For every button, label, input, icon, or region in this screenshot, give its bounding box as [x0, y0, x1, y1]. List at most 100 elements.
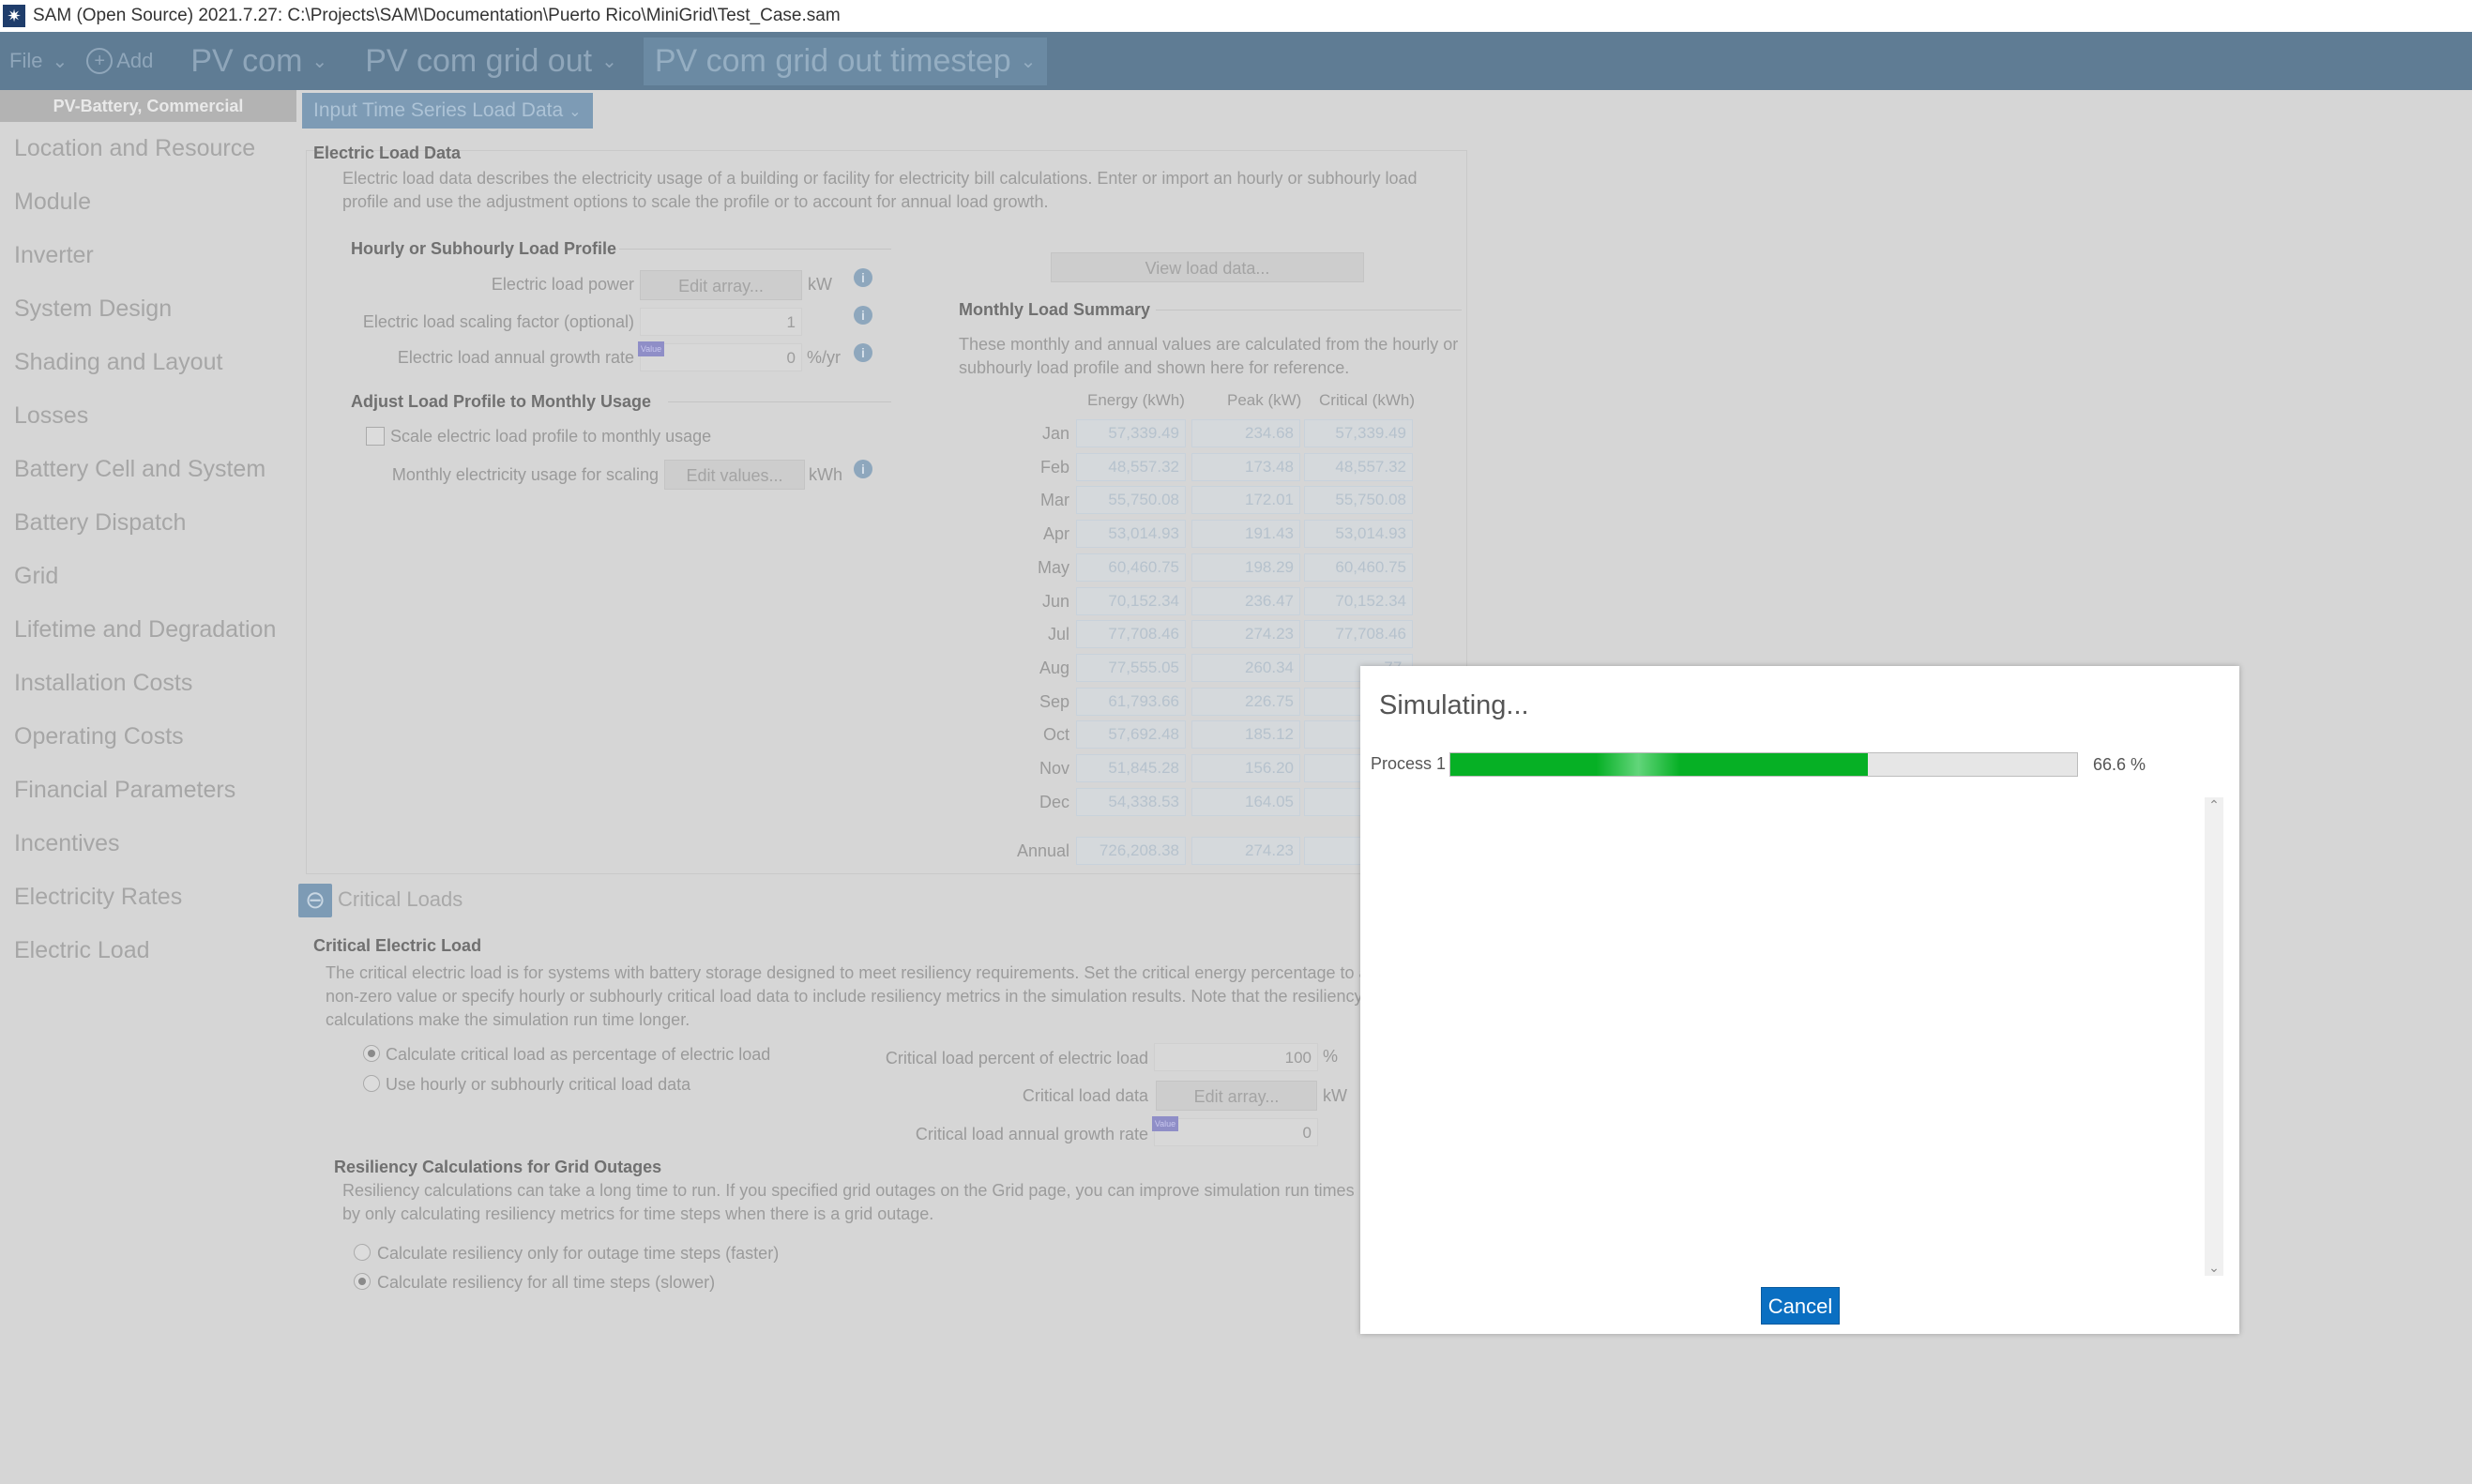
resiliency-outage-radio-label: Calculate resiliency only for outage tim…: [377, 1244, 780, 1263]
file-menu[interactable]: File ⌄: [9, 49, 68, 73]
sam-app-icon: ✷: [3, 5, 25, 27]
hourly-profile-heading: Hourly or Subhourly Load Profile: [351, 239, 617, 258]
month-label: Oct: [1042, 725, 1069, 744]
sidebar-item-system-design[interactable]: System Design: [0, 282, 296, 336]
value-mode-toggle[interactable]: Value: [638, 341, 664, 356]
sidebar-item-inverter[interactable]: Inverter: [0, 229, 296, 282]
peak-cell: 234.68: [1191, 419, 1300, 447]
edit-monthly-values-button[interactable]: Edit values...: [664, 460, 805, 490]
chevron-down-icon: ⌄: [601, 51, 617, 72]
annual-label: Annual: [1016, 841, 1069, 860]
sidebar-nav: Location and Resource Module Inverter Sy…: [0, 122, 296, 977]
scroll-down-icon[interactable]: ⌄: [2205, 1260, 2223, 1276]
technology-header: PV-Battery, Commercial: [0, 90, 296, 122]
resiliency-desc-2: by only calculating resiliency metrics f…: [342, 1204, 934, 1223]
peak-cell: 236.47: [1191, 587, 1300, 615]
log-scrollbar[interactable]: ⌃ ⌄: [2205, 797, 2223, 1276]
critical-load-heading: Critical Electric Load: [313, 936, 482, 955]
month-label: Jan: [1041, 424, 1069, 443]
main-toolbar: File ⌄ + Add PV com ⌄ PV com grid out ⌄ PV …: [0, 32, 2472, 90]
dialog-title: Simulating...: [1379, 690, 1529, 720]
peak-cell: 260.34: [1191, 654, 1300, 682]
peak-cell: 172.01: [1191, 486, 1300, 514]
sidebar-item-battery-dispatch[interactable]: Battery Dispatch: [0, 496, 296, 550]
month-label: Nov: [1039, 759, 1069, 778]
sidebar-item-installation-costs[interactable]: Installation Costs: [0, 657, 296, 710]
col-energy-header: Energy (kWh): [1087, 391, 1185, 409]
sidebar-item-financial-parameters[interactable]: Financial Parameters: [0, 764, 296, 817]
edit-critical-array-button[interactable]: Edit array...: [1156, 1081, 1317, 1111]
view-load-data-button[interactable]: View load data...: [1051, 252, 1364, 282]
critical-growth-input[interactable]: 0: [1154, 1118, 1318, 1146]
process-label: Process 1: [1371, 754, 1447, 773]
cancel-button[interactable]: Cancel: [1761, 1287, 1840, 1325]
critical-loads-title: Critical Loads: [338, 887, 463, 911]
energy-cell: 57,692.48: [1076, 720, 1186, 749]
scale-monthly-label: Scale electric load profile to monthly u…: [390, 427, 712, 446]
sidebar-item-electricity-rates[interactable]: Electricity Rates: [0, 871, 296, 924]
energy-cell: 77,708.46: [1076, 620, 1186, 648]
sidebar-item-grid[interactable]: Grid: [0, 550, 296, 603]
month-label: Aug: [1039, 659, 1069, 677]
sidebar-item-incentives[interactable]: Incentives: [0, 817, 296, 871]
page-selector-label: Input Time Series Load Data: [313, 99, 564, 121]
case-tab-pv-com[interactable]: PV com ⌄: [190, 43, 327, 80]
energy-cell: 60,460.75: [1076, 553, 1186, 582]
edit-load-array-button[interactable]: Edit array...: [640, 270, 802, 300]
energy-cell: 55,750.08: [1076, 486, 1186, 514]
energy-cell: 57,339.49: [1076, 419, 1186, 447]
case-tab-pv-com-grid-out[interactable]: PV com grid out ⌄: [365, 43, 617, 80]
critical-percent-radio[interactable]: [363, 1045, 380, 1062]
sidebar-item-battery-cell-and-system[interactable]: Battery Cell and System: [0, 443, 296, 496]
simulation-log: [1360, 797, 2223, 1276]
critical-loads-section-header[interactable]: ⊖ Critical Loads: [298, 882, 1096, 923]
collapse-icon[interactable]: ⊖: [298, 884, 332, 917]
sidebar-item-module[interactable]: Module: [0, 175, 296, 229]
unit-pct-per-yr: %/yr: [807, 348, 841, 367]
critical-desc-3: calculations make the simulation run tim…: [326, 1010, 690, 1029]
monthly-usage-label: Monthly electricity usage for scaling: [391, 465, 659, 484]
scaling-factor-input[interactable]: 1: [640, 308, 802, 336]
page-selector-dropdown[interactable]: Input Time Series Load Data ⌄: [302, 93, 593, 129]
critical-cell: 53,014.93: [1304, 520, 1413, 548]
critical-data-label: Critical load data: [1022, 1086, 1148, 1105]
scale-monthly-checkbox[interactable]: [366, 427, 385, 446]
critical-data-radio[interactable]: [363, 1075, 380, 1092]
info-icon[interactable]: i: [854, 306, 872, 325]
monthly-summary-heading: Monthly Load Summary: [959, 300, 1151, 319]
month-label: Feb: [1039, 458, 1069, 477]
progress-bar: [1449, 752, 2078, 777]
sidebar-item-lifetime-and-degradation[interactable]: Lifetime and Degradation: [0, 603, 296, 657]
add-case-button[interactable]: + Add: [86, 48, 153, 74]
resiliency-outage-radio[interactable]: [354, 1244, 371, 1261]
peak-cell: 198.29: [1191, 553, 1300, 582]
peak-cell: 156.20: [1191, 754, 1300, 782]
critical-percent-radio-label: Calculate critical load as percentage of…: [386, 1045, 771, 1064]
peak-cell: 185.12: [1191, 720, 1300, 749]
sidebar-item-location-and-resource[interactable]: Location and Resource: [0, 122, 296, 175]
scaling-factor-label: Electric load scaling factor (optional): [362, 312, 634, 331]
critical-percent-input[interactable]: 100: [1154, 1043, 1318, 1071]
sidebar-item-losses[interactable]: Losses: [0, 389, 296, 443]
file-menu-label: File: [9, 49, 43, 72]
sidebar-item-electric-load[interactable]: Electric Load: [0, 924, 296, 977]
info-icon[interactable]: i: [854, 460, 872, 478]
critical-cell: 48,557.32: [1304, 453, 1413, 481]
critical-data-radio-label: Use hourly or subhourly critical load da…: [386, 1075, 691, 1094]
unit-kwh: kWh: [809, 465, 842, 484]
scroll-up-icon[interactable]: ⌃: [2205, 797, 2223, 813]
sidebar-item-shading-and-layout[interactable]: Shading and Layout: [0, 336, 296, 389]
resiliency-all-radio-label: Calculate resiliency for all time steps …: [377, 1273, 716, 1292]
chevron-down-icon: ⌄: [311, 51, 328, 72]
electric-load-power-label: Electric load power: [491, 275, 634, 294]
case-tab-pv-com-grid-out-timestep[interactable]: PV com grid out timestep ⌄: [643, 37, 1048, 85]
title-bar: ✷ SAM (Open Source) 2021.7.27: C:\Projec…: [0, 0, 2472, 33]
plus-circle-icon: +: [86, 48, 114, 74]
value-mode-toggle[interactable]: Value: [1152, 1116, 1178, 1131]
chevron-down-icon: ⌄: [52, 52, 68, 72]
info-icon[interactable]: i: [854, 343, 872, 362]
chevron-down-icon: ⌄: [1020, 51, 1037, 72]
sidebar-item-operating-costs[interactable]: Operating Costs: [0, 710, 296, 764]
info-icon[interactable]: i: [854, 268, 872, 287]
resiliency-all-radio[interactable]: [354, 1273, 371, 1290]
